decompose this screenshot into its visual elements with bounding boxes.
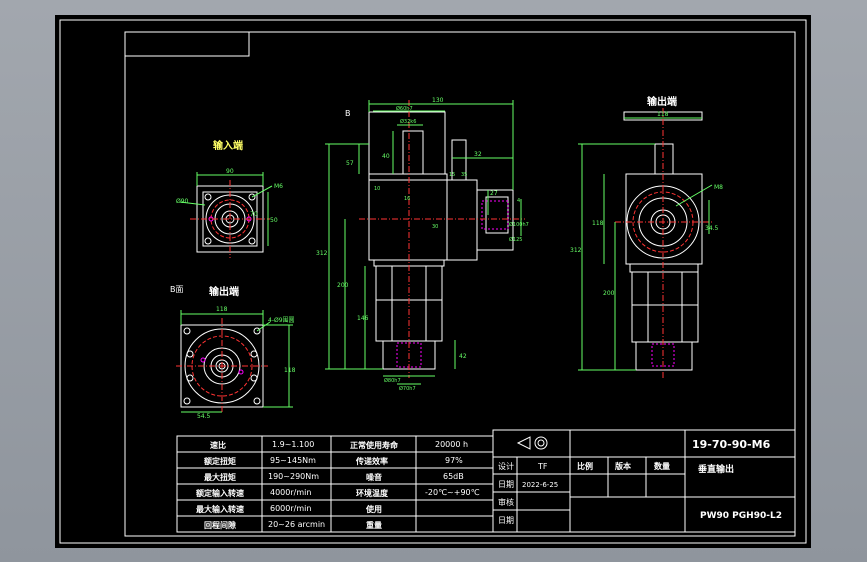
spec-label-weight: 重量: [366, 520, 382, 530]
dim-front-146: 146: [357, 315, 369, 322]
dim-front-4: 4: [517, 198, 520, 204]
dim-front-d32: Ø32k6: [400, 118, 416, 125]
dim-front-10: 10: [374, 186, 380, 192]
version-label: 版本: [614, 461, 631, 471]
spec-label-noise: 噪音: [366, 472, 382, 482]
spec-label-max-torque: 最大扭矩: [204, 472, 236, 482]
section-b-label: B面: [170, 285, 184, 294]
dim-in-50: 50: [270, 217, 278, 224]
review-label: 审核: [498, 497, 514, 507]
dim-in-m6: M6: [274, 183, 283, 190]
input-end-view: 输入端 90 M6 Ø90 50 70: [176, 139, 283, 258]
dim-out-54: 54.5: [197, 413, 211, 420]
spec-label-temperature: 环境温度: [356, 488, 389, 498]
spec-label-ratio: 速比: [210, 440, 226, 450]
quantity-label: 数量: [654, 461, 670, 471]
spec-label-rated-torque: 额定扭矩: [204, 456, 236, 466]
projection-symbol: [516, 436, 548, 450]
dim-front-42: 42: [459, 353, 467, 360]
dim-front-130: 130: [432, 97, 444, 104]
dim-front-d60: Ø60h7: [396, 105, 413, 112]
drawing-number: 19-70-90-M6: [692, 438, 771, 451]
dim-right-118-side: 118: [592, 220, 604, 227]
spec-label-rated-speed: 额定输入转速: [196, 488, 244, 498]
viewport: 输入端 90 M6 Ø90 50 70 B面 输出端 118 4-Ø9围圆 11…: [0, 0, 867, 562]
dim-in-70: 70: [250, 211, 258, 218]
front-view: B 130 Ø60h7 Ø32k6 40 57 15 32 35 10 4 27…: [316, 97, 529, 392]
date-value: 2022-6-25: [522, 481, 558, 489]
dim-out-118-side: 118: [284, 367, 296, 374]
dim-out-118-top: 118: [216, 306, 228, 313]
designer-value: TF: [537, 462, 548, 471]
b-marker: B: [345, 109, 351, 118]
output-end-title-right: 输出端: [647, 95, 677, 108]
dim-front-200: 200: [337, 282, 349, 289]
title-block: 设计 TF 比例 版本 数量 日期 2022-6-25 审核 日期 19-70-…: [492, 429, 796, 533]
spec-value-life: 20000 h: [435, 440, 468, 449]
date-label-2: 日期: [498, 516, 514, 525]
spec-label-life: 正常使用寿命: [350, 440, 399, 450]
spec-value-max-speed: 6000r/min: [270, 504, 311, 513]
dim-in-90: 90: [226, 168, 234, 175]
spec-value-rated-speed: 4000r/min: [270, 488, 311, 497]
dim-front-35: 35: [461, 172, 467, 178]
model-number: PW90 PGH90-L2: [700, 511, 782, 521]
dim-front-15: 15: [449, 172, 455, 178]
design-label: 设计: [498, 461, 514, 471]
spec-label-backlash: 回程间隙: [204, 520, 236, 530]
dim-front-16: 16: [404, 196, 410, 202]
dim-front-d125: Ø125: [509, 236, 522, 243]
spec-table: 速比 1.9~1.100 正常使用寿命 20000 h 额定扭矩 95~145N…: [176, 435, 494, 533]
dim-front-d100: Ø100h7: [509, 221, 529, 228]
dim-right-312: 312: [570, 247, 582, 254]
dim-front-32: 32: [474, 151, 482, 158]
spec-value-noise: 65dB: [443, 472, 464, 481]
output-end-view-left: B面 输出端 118 4-Ø9围圆 118 54.5: [170, 285, 296, 420]
spec-label-efficiency: 传递效率: [355, 456, 388, 466]
spec-value-backlash: 20~26 arcmin: [268, 520, 325, 529]
spec-value-rated-torque: 95~145Nm: [270, 456, 316, 465]
dim-right-118: 118: [657, 111, 669, 118]
scale-label: 比例: [577, 461, 593, 471]
spec-value-efficiency: 97%: [445, 456, 463, 465]
dim-right-m8: M8: [714, 184, 723, 191]
date-label: 日期: [498, 480, 514, 489]
drawing-name: 垂直输出: [698, 463, 734, 475]
dim-front-30: 30: [432, 224, 438, 230]
spec-label-max-speed: 最大输入转速: [196, 504, 244, 514]
dim-front-312: 312: [316, 250, 328, 257]
right-side-view: 输出端 118 M8 312 118 200 34.5: [570, 95, 723, 378]
input-end-title: 输入端: [213, 139, 243, 152]
dim-front-57: 57: [346, 160, 354, 167]
dim-right-345: 34.5: [705, 225, 719, 232]
dim-front-40: 40: [382, 153, 390, 160]
output-end-title-left: 输出端: [209, 285, 239, 298]
dim-front-27: 27: [490, 190, 498, 197]
cad-drawing: 输入端 90 M6 Ø90 50 70 B面 输出端 118 4-Ø9围圆 11…: [59, 19, 807, 544]
corner-label-box: [124, 31, 250, 57]
spec-value-max-torque: 190~290Nm: [268, 472, 319, 481]
dim-out-4holes: 4-Ø9围圆: [268, 317, 295, 324]
dim-right-200: 200: [603, 290, 615, 297]
spec-label-usage: 使用: [365, 504, 382, 514]
dim-front-d80: Ø80h7: [384, 377, 401, 384]
dim-in-d90: Ø90: [176, 198, 189, 205]
spec-value-ratio: 1.9~1.100: [272, 440, 314, 449]
dim-front-d70: Ø70h7: [399, 385, 416, 392]
spec-value-temperature: -20℃~+90℃: [425, 488, 480, 497]
